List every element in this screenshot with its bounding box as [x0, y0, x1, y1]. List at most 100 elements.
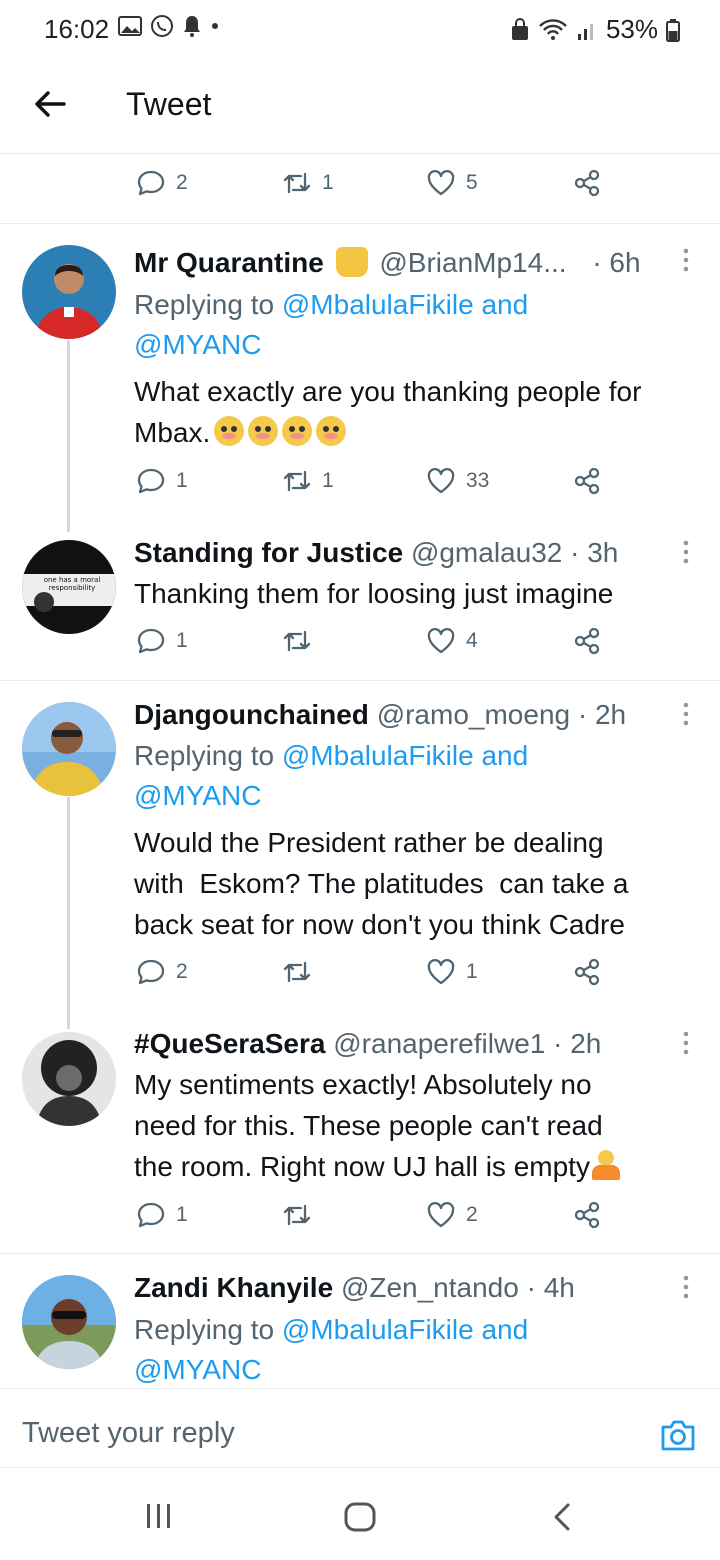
like-count: 2	[466, 1203, 478, 1226]
retweet-button[interactable]: 1	[282, 466, 334, 496]
tweet-meta: Standing for Justice @gmalau32 · 3h	[134, 537, 618, 569]
tweet-text-line: need for this. These people can't read	[134, 1110, 603, 1141]
timestamp: · 2h	[577, 699, 627, 730]
more-options-icon[interactable]	[682, 248, 690, 272]
retweet-button[interactable]: 1	[282, 168, 334, 198]
system-nav-bar	[0, 1468, 720, 1560]
divider	[0, 223, 720, 224]
tweet-text-line-with-emoji: the room. Right now UJ hall is empty	[134, 1146, 704, 1187]
tweet-text-line: What exactly are you thanking people for	[134, 376, 642, 407]
avatar[interactable]: one has a moral responsibility	[22, 540, 116, 634]
tweet-text-line: the room. Right now UJ hall is empty	[134, 1151, 590, 1182]
tweet-text-line: My sentiments exactly! Absolutely no	[134, 1069, 592, 1100]
tweet-text: My sentiments exactly! Absolutely no nee…	[134, 1064, 704, 1187]
timestamp: · 2h	[553, 1028, 602, 1059]
notification-icons	[118, 14, 220, 38]
username[interactable]: @Zen_ntando	[341, 1272, 519, 1303]
username[interactable]: @ramo_moeng	[377, 699, 570, 730]
reply-button[interactable]: 2	[136, 168, 188, 198]
more-options-icon[interactable]	[682, 540, 690, 564]
avatar-image	[22, 702, 116, 796]
status-bar: 16:02 53%	[0, 0, 720, 62]
timestamp: · 3h	[570, 537, 619, 568]
back-nav-icon[interactable]	[550, 1502, 574, 1532]
like-button[interactable]: 4	[426, 626, 478, 656]
wifi-icon	[539, 18, 567, 40]
more-options-icon[interactable]	[682, 1031, 690, 1055]
reply-input[interactable]: Tweet your reply	[22, 1417, 235, 1450]
mention-link[interactable]: @MYANC	[134, 1350, 528, 1390]
tweet-actions: 2 1	[0, 957, 720, 997]
reply-button[interactable]: 1	[136, 1200, 188, 1230]
display-name[interactable]: Zandi Khanyile	[134, 1272, 333, 1303]
tweet-actions: 1 4	[0, 626, 720, 666]
share-button[interactable]	[572, 466, 602, 496]
reply-count: 2	[176, 960, 188, 983]
retweet-button[interactable]	[282, 626, 322, 656]
home-icon[interactable]	[343, 1502, 377, 1532]
tweet-text-line: Mbax.	[134, 417, 211, 448]
reply-button[interactable]: 2	[136, 957, 188, 987]
username[interactable]: @gmalau32	[411, 537, 562, 568]
retweet-button[interactable]	[282, 1200, 322, 1230]
back-arrow-icon[interactable]	[30, 84, 70, 124]
avatar[interactable]	[22, 245, 116, 339]
avatar-image	[22, 1032, 116, 1126]
mention-link[interactable]: @MbalulaFikile and	[282, 289, 528, 320]
like-button[interactable]: 5	[426, 168, 478, 198]
reply-count: 1	[176, 469, 188, 492]
share-button[interactable]	[572, 957, 602, 987]
share-icon	[574, 1201, 600, 1229]
avatar[interactable]	[22, 1032, 116, 1126]
share-button[interactable]	[572, 168, 602, 198]
avatar[interactable]	[22, 1275, 116, 1369]
reply-composer[interactable]: Tweet your reply	[0, 1388, 720, 1468]
reply-icon	[137, 468, 165, 494]
tweet-meta: Zandi Khanyile @Zen_ntando · 4h	[134, 1272, 575, 1304]
status-time: 16:02	[44, 14, 110, 44]
share-icon	[574, 958, 600, 986]
username[interactable]: @ranaperefilwe1	[333, 1028, 545, 1059]
more-options-icon[interactable]	[682, 1275, 690, 1299]
retweet-count: 1	[322, 469, 334, 492]
share-icon	[574, 627, 600, 655]
like-count: 1	[466, 960, 478, 983]
mention-link[interactable]: @MbalulaFikile and	[282, 740, 528, 771]
display-name[interactable]: Mr Quarantine	[134, 247, 324, 278]
camera-icon[interactable]	[658, 1415, 698, 1455]
reply-button[interactable]: 1	[136, 466, 188, 496]
display-name[interactable]: Standing for Justice	[134, 537, 403, 568]
retweet-icon	[283, 470, 311, 492]
system-icons: 53%	[510, 14, 680, 45]
reply-button[interactable]: 1	[136, 626, 188, 656]
tweet-text: Would the President rather be dealing wi…	[134, 822, 704, 945]
timestamp: · 6h	[592, 247, 641, 278]
fist-emoji-icon	[335, 247, 368, 277]
heart-icon	[427, 959, 455, 985]
share-button[interactable]	[572, 1200, 602, 1230]
tweet-meta: Mr Quarantine @BrianMp14... · 6h	[134, 247, 641, 279]
more-options-icon[interactable]	[682, 702, 690, 726]
recent-apps-icon[interactable]	[144, 1502, 174, 1530]
tweet-text: What exactly are you thanking people for…	[134, 371, 704, 453]
display-name[interactable]: #QueSeraSera	[134, 1028, 325, 1059]
mention-link[interactable]: @MYANC	[134, 325, 528, 365]
like-count: 33	[466, 469, 490, 492]
tweet-text-line: Would the President rather be dealing	[134, 827, 604, 858]
like-button[interactable]: 33	[426, 466, 489, 496]
tweet-actions: 1 2	[0, 1200, 720, 1240]
tweet-text-line: Thanking them for loosing just imagine	[134, 578, 614, 609]
retweet-button[interactable]	[282, 957, 322, 987]
svg-text:responsibility: responsibility	[49, 584, 96, 592]
like-button[interactable]: 1	[426, 957, 478, 987]
share-button[interactable]	[572, 626, 602, 656]
flushed-emoji-icon	[282, 416, 313, 446]
signal-icon	[577, 23, 593, 40]
like-button[interactable]: 2	[426, 1200, 478, 1230]
mention-link[interactable]: @MYANC	[134, 776, 528, 816]
username[interactable]: @BrianMp14...	[379, 247, 566, 278]
reply-icon	[137, 1202, 165, 1228]
display-name[interactable]: Djangounchained	[134, 699, 369, 730]
mention-link[interactable]: @MbalulaFikile and	[282, 1314, 528, 1345]
avatar[interactable]	[22, 702, 116, 796]
